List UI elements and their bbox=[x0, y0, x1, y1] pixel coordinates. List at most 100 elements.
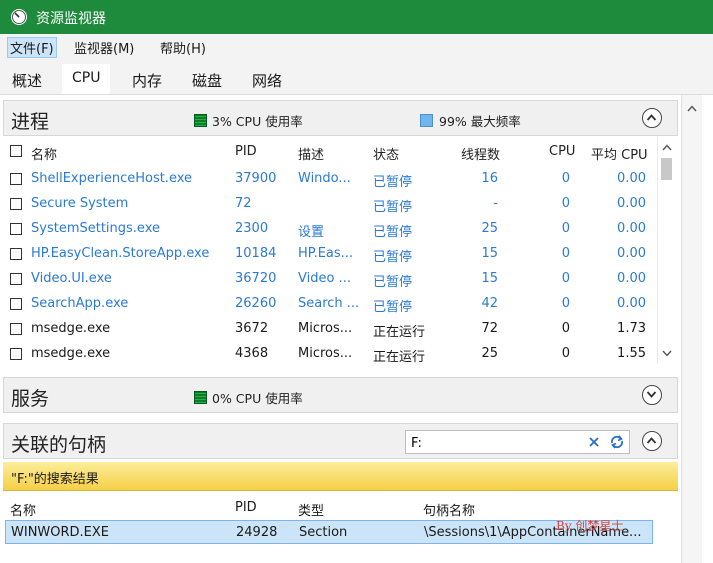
menu-file[interactable]: 文件(F) bbox=[7, 37, 57, 58]
scroll-down-icon[interactable] bbox=[662, 350, 672, 357]
process-cpu: 0 bbox=[561, 246, 570, 261]
process-checkbox[interactable] bbox=[10, 323, 22, 335]
cpu-usage-text: 3% CPU 使用率 bbox=[212, 114, 303, 129]
tab-memory[interactable]: 内存 bbox=[132, 70, 162, 91]
process-avg-cpu: 0.00 bbox=[617, 271, 646, 286]
process-status: 已暂停 bbox=[373, 250, 413, 265]
process-cpu: 0 bbox=[561, 171, 570, 186]
process-row[interactable]: SearchApp.exe 26260 Search ... 已暂停 42 0 0.00 bbox=[3, 292, 660, 317]
collapse-processes-button[interactable] bbox=[642, 108, 662, 128]
process-cpu: 0 bbox=[561, 296, 570, 311]
clear-search-icon[interactable] bbox=[589, 437, 599, 447]
process-desc: HP.Eas... bbox=[298, 246, 354, 261]
processes-cpu-usage: 3% CPU 使用率 bbox=[194, 111, 303, 130]
process-row[interactable]: HP.EasyClean.StoreApp.exe 10184 HP.Eas... 已… bbox=[3, 242, 660, 267]
refresh-search-icon[interactable] bbox=[609, 434, 625, 450]
frequency-icon bbox=[420, 114, 433, 127]
process-name: ShellExperienceHost.exe bbox=[31, 171, 193, 186]
process-column-header: 名称 PID 描述 状态 线程数 CPU 平均 CPU bbox=[3, 136, 660, 164]
process-avg-cpu: 0.00 bbox=[617, 296, 646, 311]
process-checkbox[interactable] bbox=[10, 348, 22, 360]
handle-search-input[interactable] bbox=[409, 433, 588, 453]
process-row[interactable]: msedge.exe 3672 Micros... 正在运行 72 0 1.73 bbox=[3, 317, 660, 342]
process-pid: 2300 bbox=[235, 221, 269, 236]
handle-col-name[interactable]: 名称 bbox=[10, 500, 36, 519]
process-avg-cpu: 1.55 bbox=[617, 346, 646, 361]
process-threads: 16 bbox=[481, 171, 498, 186]
process-desc: Search ... bbox=[298, 296, 360, 311]
services-header[interactable]: 服务 0% CPU 使用率 bbox=[3, 377, 678, 413]
chevron-up-icon bbox=[646, 114, 657, 121]
process-desc: Windo... bbox=[298, 171, 351, 186]
process-pid: 4368 bbox=[235, 346, 269, 361]
process-cpu: 0 bbox=[561, 271, 570, 286]
process-list-scrollbar[interactable] bbox=[657, 136, 676, 364]
tab-cpu[interactable]: CPU bbox=[62, 64, 111, 94]
handle-search-box[interactable] bbox=[405, 430, 630, 454]
process-checkbox[interactable] bbox=[10, 273, 22, 285]
process-avg-cpu: 0.00 bbox=[617, 221, 646, 236]
handle-col-handle-name[interactable]: 句柄名称 bbox=[423, 500, 475, 519]
process-threads: 15 bbox=[481, 246, 498, 261]
process-status: 已暂停 bbox=[373, 225, 413, 240]
process-pid: 10184 bbox=[235, 246, 277, 261]
menu-help[interactable]: 帮助(H) bbox=[158, 38, 208, 57]
chevron-up-icon bbox=[646, 437, 657, 444]
resource-monitor-icon bbox=[11, 9, 27, 25]
search-result-text: "F:"的搜索结果 bbox=[11, 472, 99, 487]
process-row[interactable]: msedge.exe 4368 Micros... 正在运行 25 0 1.55 bbox=[3, 342, 660, 367]
process-checkbox[interactable] bbox=[10, 248, 22, 260]
processes-header[interactable]: 进程 3% CPU 使用率 99% 最大频率 bbox=[3, 100, 678, 136]
window-title: 资源监视器 bbox=[36, 11, 106, 27]
col-pid[interactable]: PID bbox=[235, 144, 257, 159]
services-cpu-usage: 0% CPU 使用率 bbox=[194, 388, 303, 407]
process-row[interactable]: ShellExperienceHost.exe 37900 Windo... 已暂停 1… bbox=[3, 167, 660, 192]
collapse-handles-button[interactable] bbox=[642, 431, 662, 451]
tab-network[interactable]: 网络 bbox=[252, 70, 282, 91]
scroll-thumb[interactable] bbox=[661, 158, 672, 180]
col-cpu[interactable]: CPU bbox=[549, 144, 575, 159]
scroll-up-icon[interactable] bbox=[687, 105, 697, 112]
process-row[interactable]: SystemSettings.exe 2300 设置 已暂停 25 0 0.00 bbox=[3, 217, 660, 242]
col-threads[interactable]: 线程数 bbox=[461, 144, 500, 163]
process-status: 正在运行 bbox=[373, 350, 426, 365]
tab-disk[interactable]: 磁盘 bbox=[192, 70, 222, 91]
max-freq-text: 99% 最大频率 bbox=[439, 114, 521, 129]
process-pid: 3672 bbox=[235, 321, 269, 336]
process-checkbox[interactable] bbox=[10, 173, 22, 185]
process-avg-cpu: 0.00 bbox=[617, 171, 646, 186]
processes-title: 进程 bbox=[11, 111, 50, 133]
col-status[interactable]: 状态 bbox=[373, 144, 399, 163]
handle-col-type[interactable]: 类型 bbox=[298, 500, 324, 519]
process-pid: 26260 bbox=[235, 296, 277, 311]
process-row[interactable]: Secure System 72 已暂停 - 0 0.00 bbox=[3, 192, 660, 217]
process-threads: 42 bbox=[481, 296, 498, 311]
processes-max-freq: 99% 最大频率 bbox=[420, 111, 521, 130]
scroll-up-icon[interactable] bbox=[662, 144, 672, 151]
process-pid: 72 bbox=[235, 196, 252, 211]
expand-services-button[interactable] bbox=[642, 385, 662, 405]
process-checkbox[interactable] bbox=[10, 198, 22, 210]
main-scrollbar[interactable] bbox=[681, 95, 702, 563]
process-threads: 25 bbox=[481, 221, 498, 236]
process-desc: Video ... bbox=[298, 271, 351, 286]
process-desc: Micros... bbox=[298, 346, 353, 361]
col-name[interactable]: 名称 bbox=[31, 144, 57, 163]
process-name: msedge.exe bbox=[31, 321, 111, 336]
tab-overview[interactable]: 概述 bbox=[12, 70, 42, 91]
cpu-graph-icon bbox=[194, 114, 207, 127]
handle-col-pid[interactable]: PID bbox=[235, 500, 257, 515]
select-all-checkbox[interactable] bbox=[10, 145, 22, 157]
process-threads: - bbox=[493, 196, 498, 211]
col-avg-cpu[interactable]: 平均 CPU bbox=[591, 144, 648, 163]
handle-row-name: WINWORD.EXE bbox=[11, 525, 110, 540]
process-checkbox[interactable] bbox=[10, 223, 22, 235]
process-status: 已暂停 bbox=[373, 300, 413, 315]
process-name: Secure System bbox=[31, 196, 129, 211]
col-desc[interactable]: 描述 bbox=[298, 144, 324, 163]
process-cpu: 0 bbox=[561, 221, 570, 236]
process-row[interactable]: Video.UI.exe 36720 Video ... 已暂停 15 0 0.00 bbox=[3, 267, 660, 292]
menu-monitor[interactable]: 监视器(M) bbox=[72, 38, 136, 57]
process-checkbox[interactable] bbox=[10, 298, 22, 310]
process-threads: 72 bbox=[481, 321, 498, 336]
